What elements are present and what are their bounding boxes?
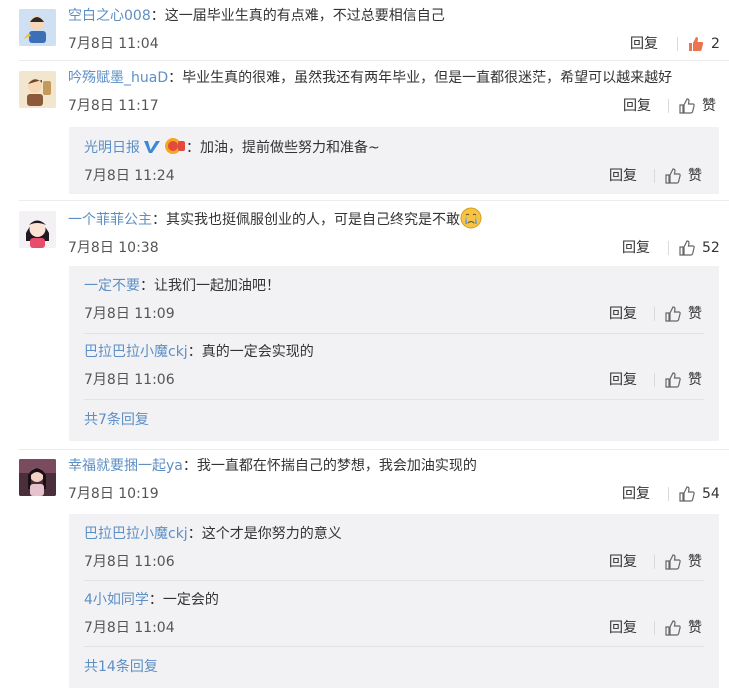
- username[interactable]: 一定不要: [84, 278, 140, 294]
- like-label: 赞: [688, 372, 702, 388]
- like-button[interactable]: 2: [687, 34, 720, 54]
- like-count: 52: [702, 240, 720, 256]
- username[interactable]: 巴拉巴拉小魔ckj: [84, 344, 188, 360]
- divider: [84, 580, 704, 581]
- divider: [654, 169, 655, 183]
- like-button[interactable]: 52: [678, 238, 720, 258]
- verified-badge-icon: [144, 141, 160, 153]
- reply-item: 光明日报 ：加油，提前做些努力和准备~ 7月8日 11:24 回复 赞: [84, 137, 704, 186]
- divider: [19, 60, 729, 61]
- reply-button[interactable]: 回复: [609, 618, 637, 638]
- divider: [654, 373, 655, 387]
- username[interactable]: 幸福就要捆一起ya: [68, 458, 183, 474]
- like-button[interactable]: 54: [678, 484, 720, 504]
- username[interactable]: 4小如同学: [84, 592, 149, 608]
- avatar[interactable]: [19, 71, 56, 108]
- reply-item: 4小如同学：一定会的 7月8日 11:04 回复 赞: [84, 590, 704, 638]
- thumbs-up-icon: [679, 98, 695, 114]
- reply-button[interactable]: 回复: [609, 304, 637, 324]
- reply-item: 巴拉巴拉小魔ckj：这个才是你努力的意义 7月8日 11:06 回复 赞: [84, 524, 704, 572]
- reply-item: 巴拉巴拉小魔ckj：真的一定会实现的 7月8日 11:06 回复 赞: [84, 342, 704, 390]
- thumbs-up-icon: [665, 306, 681, 322]
- divider: [654, 621, 655, 635]
- reply-box: 一定不要：让我们一起加油吧！ 7月8日 11:09 回复 赞 巴拉巴拉小魔ckj…: [69, 266, 719, 441]
- like-label: 赞: [688, 620, 702, 636]
- thumbs-up-icon: [665, 554, 681, 570]
- reply-button[interactable]: 回复: [609, 370, 637, 390]
- like-label: 赞: [688, 554, 702, 570]
- timestamp: 7月8日 11:06: [84, 554, 175, 570]
- view-more-replies-link[interactable]: 共14条回复: [84, 657, 158, 677]
- reply-button[interactable]: 回复: [630, 34, 658, 54]
- reply-button[interactable]: 回复: [622, 484, 650, 504]
- reply-text: 巴拉巴拉小魔ckj：这个才是你努力的意义: [84, 526, 342, 542]
- timestamp: 7月8日 11:17: [68, 98, 159, 114]
- reply-box: 光明日报 ：加油，提前做些努力和准备~ 7月8日 11:24 回复 赞: [69, 127, 719, 194]
- comment-text: 空白之心008：这一届毕业生真的有点难，不过总要相信自己: [68, 8, 445, 24]
- divider: [677, 37, 678, 51]
- thumbs-up-icon: [679, 240, 695, 256]
- badge-icon: [165, 138, 185, 154]
- reply-text: 光明日报 ：加油，提前做些努力和准备~: [84, 137, 704, 158]
- like-button[interactable]: 赞: [664, 304, 702, 324]
- like-button[interactable]: 赞: [664, 370, 702, 390]
- thumbs-up-icon: [689, 37, 704, 51]
- like-button[interactable]: 赞: [664, 166, 702, 186]
- thumbs-up-icon: [665, 372, 681, 388]
- divider: [84, 646, 704, 647]
- username[interactable]: 吟殇赋墨_huaD: [68, 70, 168, 86]
- thumbs-up-icon: [679, 486, 695, 502]
- avatar[interactable]: [19, 9, 56, 46]
- reply-text: 4小如同学：一定会的: [84, 592, 219, 608]
- username[interactable]: 巴拉巴拉小魔ckj: [84, 526, 188, 542]
- divider: [668, 241, 669, 255]
- divider: [19, 200, 729, 201]
- like-label: 赞: [702, 98, 716, 114]
- avatar[interactable]: [19, 459, 56, 496]
- timestamp: 7月8日 11:24: [84, 168, 175, 184]
- like-count: 2: [711, 36, 720, 52]
- reply-button[interactable]: 回复: [623, 96, 651, 116]
- divider: [668, 487, 669, 501]
- like-label: 赞: [688, 168, 702, 184]
- divider: [84, 333, 704, 334]
- view-more-replies-link[interactable]: 共7条回复: [84, 410, 149, 430]
- timestamp: 7月8日 10:38: [68, 240, 159, 256]
- divider: [19, 449, 729, 450]
- timestamp: 7月8日 11:09: [84, 306, 175, 322]
- divider: [84, 399, 704, 400]
- comment-text: 幸福就要捆一起ya：我一直都在怀揣自己的梦想，我会加油实现的: [68, 458, 477, 474]
- divider: [654, 555, 655, 569]
- username[interactable]: 一个菲菲公主: [68, 212, 152, 228]
- reply-box: 巴拉巴拉小魔ckj：这个才是你努力的意义 7月8日 11:06 回复 赞 4小如…: [69, 514, 719, 688]
- timestamp: 7月8日 11:04: [84, 620, 175, 636]
- like-button[interactable]: 赞: [664, 552, 702, 572]
- username[interactable]: 光明日报: [84, 140, 140, 156]
- like-label: 赞: [688, 306, 702, 322]
- crying-emoji-icon: [460, 207, 482, 229]
- reply-text: 巴拉巴拉小魔ckj：真的一定会实现的: [84, 344, 314, 360]
- like-button[interactable]: 赞: [678, 96, 716, 116]
- timestamp: 7月8日 11:04: [68, 36, 159, 52]
- like-button[interactable]: 赞: [664, 618, 702, 638]
- avatar[interactable]: [19, 211, 56, 248]
- reply-button[interactable]: 回复: [609, 552, 637, 572]
- username[interactable]: 空白之心008: [68, 8, 151, 24]
- like-count: 54: [702, 486, 720, 502]
- reply-button[interactable]: 回复: [622, 238, 650, 258]
- thumbs-up-icon: [665, 168, 681, 184]
- divider: [668, 99, 669, 113]
- timestamp: 7月8日 11:06: [84, 372, 175, 388]
- thumbs-up-icon: [665, 620, 681, 636]
- reply-text: 一定不要：让我们一起加油吧！: [84, 278, 280, 294]
- reply-item: 一定不要：让我们一起加油吧！ 7月8日 11:09 回复 赞: [84, 276, 704, 324]
- timestamp: 7月8日 10:19: [68, 486, 159, 502]
- comment-text: 吟殇赋墨_huaD：毕业生真的很难，虽然我还有两年毕业，但是一直都很迷茫，希望可…: [68, 70, 673, 86]
- divider: [654, 307, 655, 321]
- reply-button[interactable]: 回复: [609, 166, 637, 186]
- comment-text: 一个菲菲公主：其实我也挺佩服创业的人，可是自己终究是不敢: [68, 207, 719, 230]
